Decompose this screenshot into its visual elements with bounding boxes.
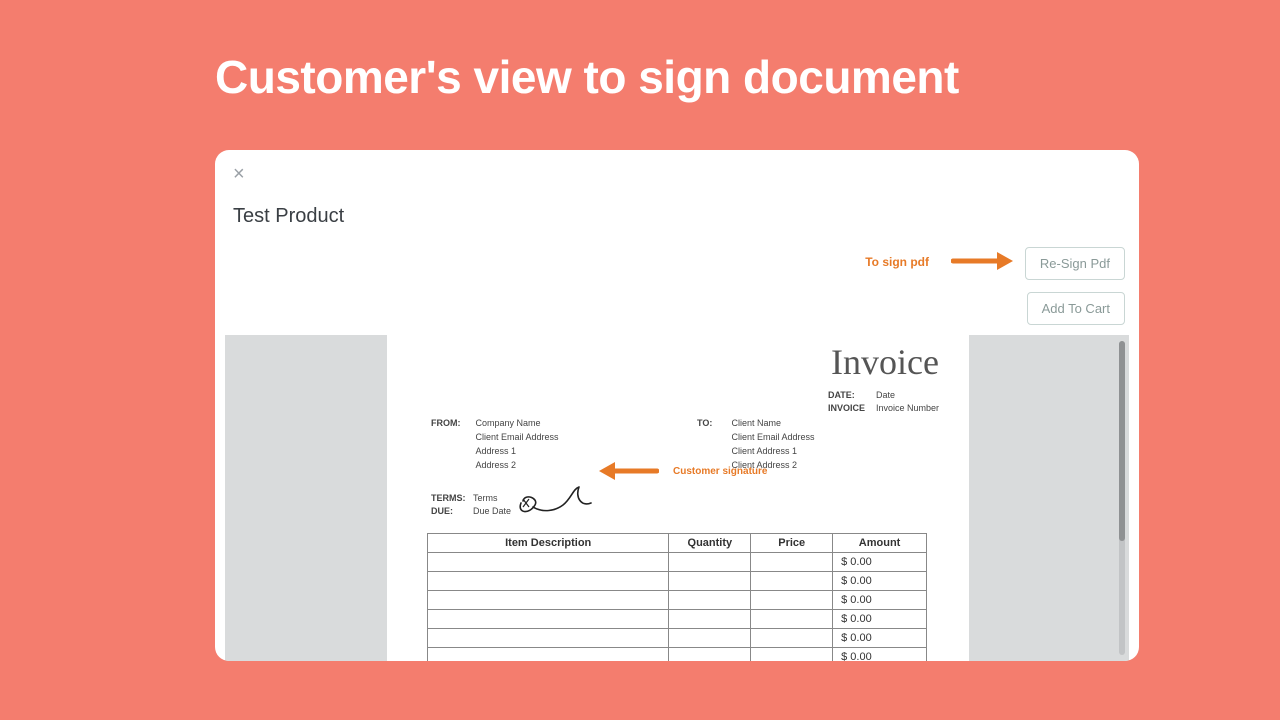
scrollbar-thumb[interactable] — [1119, 341, 1125, 541]
product-name: Test Product — [233, 205, 344, 228]
table-cell — [669, 553, 751, 572]
th-price: Price — [751, 534, 833, 553]
close-icon[interactable]: × — [233, 164, 245, 184]
add-to-cart-button[interactable]: Add To Cart — [1027, 292, 1125, 325]
table-cell — [428, 591, 669, 610]
to-line-1: Client Email Address — [732, 432, 815, 442]
arrow-right-icon — [951, 248, 1013, 274]
from-label: FROM: — [431, 417, 473, 431]
table-row: $ 0.00 — [428, 629, 927, 648]
action-buttons: Re-Sign Pdf Add To Cart — [1025, 247, 1125, 325]
table-row: $ 0.00 — [428, 553, 927, 572]
table-row: $ 0.00 — [428, 591, 927, 610]
th-item-description: Item Description — [428, 534, 669, 553]
document-viewport: Invoice DATE:Date INVOICEInvoice Number … — [225, 335, 1129, 661]
to-line-0: Client Name — [732, 418, 782, 428]
table-cell: $ 0.00 — [833, 629, 927, 648]
table-row: $ 0.00 — [428, 648, 927, 662]
from-line-1: Client Email Address — [476, 432, 559, 442]
invoice-meta: DATE:Date INVOICEInvoice Number — [828, 389, 939, 414]
due-label: DUE: — [431, 505, 473, 518]
th-quantity: Quantity — [669, 534, 751, 553]
table-cell: $ 0.00 — [833, 648, 927, 662]
to-label: TO: — [697, 417, 729, 431]
signature-graphic — [515, 483, 603, 519]
table-cell — [669, 648, 751, 662]
table-cell — [751, 610, 833, 629]
to-line-2: Client Address 1 — [732, 446, 798, 456]
invoice-date-value: Date — [876, 390, 895, 400]
resign-pdf-button[interactable]: Re-Sign Pdf — [1025, 247, 1125, 280]
invoice-date-label: DATE: — [828, 389, 876, 402]
table-header-row: Item Description Quantity Price Amount — [428, 534, 927, 553]
due-value: Due Date — [473, 506, 511, 516]
signing-modal: × Test Product To sign pdf Re-Sign Pdf A… — [215, 150, 1139, 661]
scrollbar[interactable] — [1119, 341, 1125, 655]
table-cell — [428, 648, 669, 662]
table-cell: $ 0.00 — [833, 591, 927, 610]
table-cell — [428, 629, 669, 648]
annotation-customer-signature: Customer signature — [673, 466, 767, 477]
table-cell: $ 0.00 — [833, 553, 927, 572]
table-row: $ 0.00 — [428, 610, 927, 629]
table-cell: $ 0.00 — [833, 610, 927, 629]
table-cell — [751, 629, 833, 648]
document-page: Invoice DATE:Date INVOICEInvoice Number … — [387, 335, 969, 661]
table-cell: $ 0.00 — [833, 572, 927, 591]
invoice-title: Invoice — [831, 341, 939, 383]
table-cell — [751, 572, 833, 591]
table-cell — [669, 629, 751, 648]
from-block: FROM: Company Name Client Email Address … — [431, 417, 559, 473]
invoice-number-value: Invoice Number — [876, 403, 939, 413]
table-cell — [428, 553, 669, 572]
terms-value: Terms — [473, 493, 498, 503]
from-line-0: Company Name — [476, 418, 541, 428]
page-title: Customer's view to sign document — [215, 50, 959, 104]
terms-block: TERMS:Terms DUE:Due Date — [431, 492, 511, 517]
table-cell — [751, 553, 833, 572]
table-cell — [669, 591, 751, 610]
invoice-table: Item Description Quantity Price Amount $… — [427, 533, 927, 661]
invoice-number-label: INVOICE — [828, 402, 876, 415]
arrow-left-icon — [597, 459, 659, 483]
table-cell — [669, 610, 751, 629]
table-cell — [669, 572, 751, 591]
table-row: $ 0.00 — [428, 572, 927, 591]
from-line-3: Address 2 — [476, 460, 517, 470]
th-amount: Amount — [833, 534, 927, 553]
table-cell — [428, 572, 669, 591]
terms-label: TERMS: — [431, 492, 473, 505]
table-cell — [751, 591, 833, 610]
to-block: TO: Client Name Client Email Address Cli… — [697, 417, 815, 473]
from-line-2: Address 1 — [476, 446, 517, 456]
table-cell — [751, 648, 833, 662]
annotation-to-sign-pdf: To sign pdf — [865, 255, 929, 269]
table-cell — [428, 610, 669, 629]
